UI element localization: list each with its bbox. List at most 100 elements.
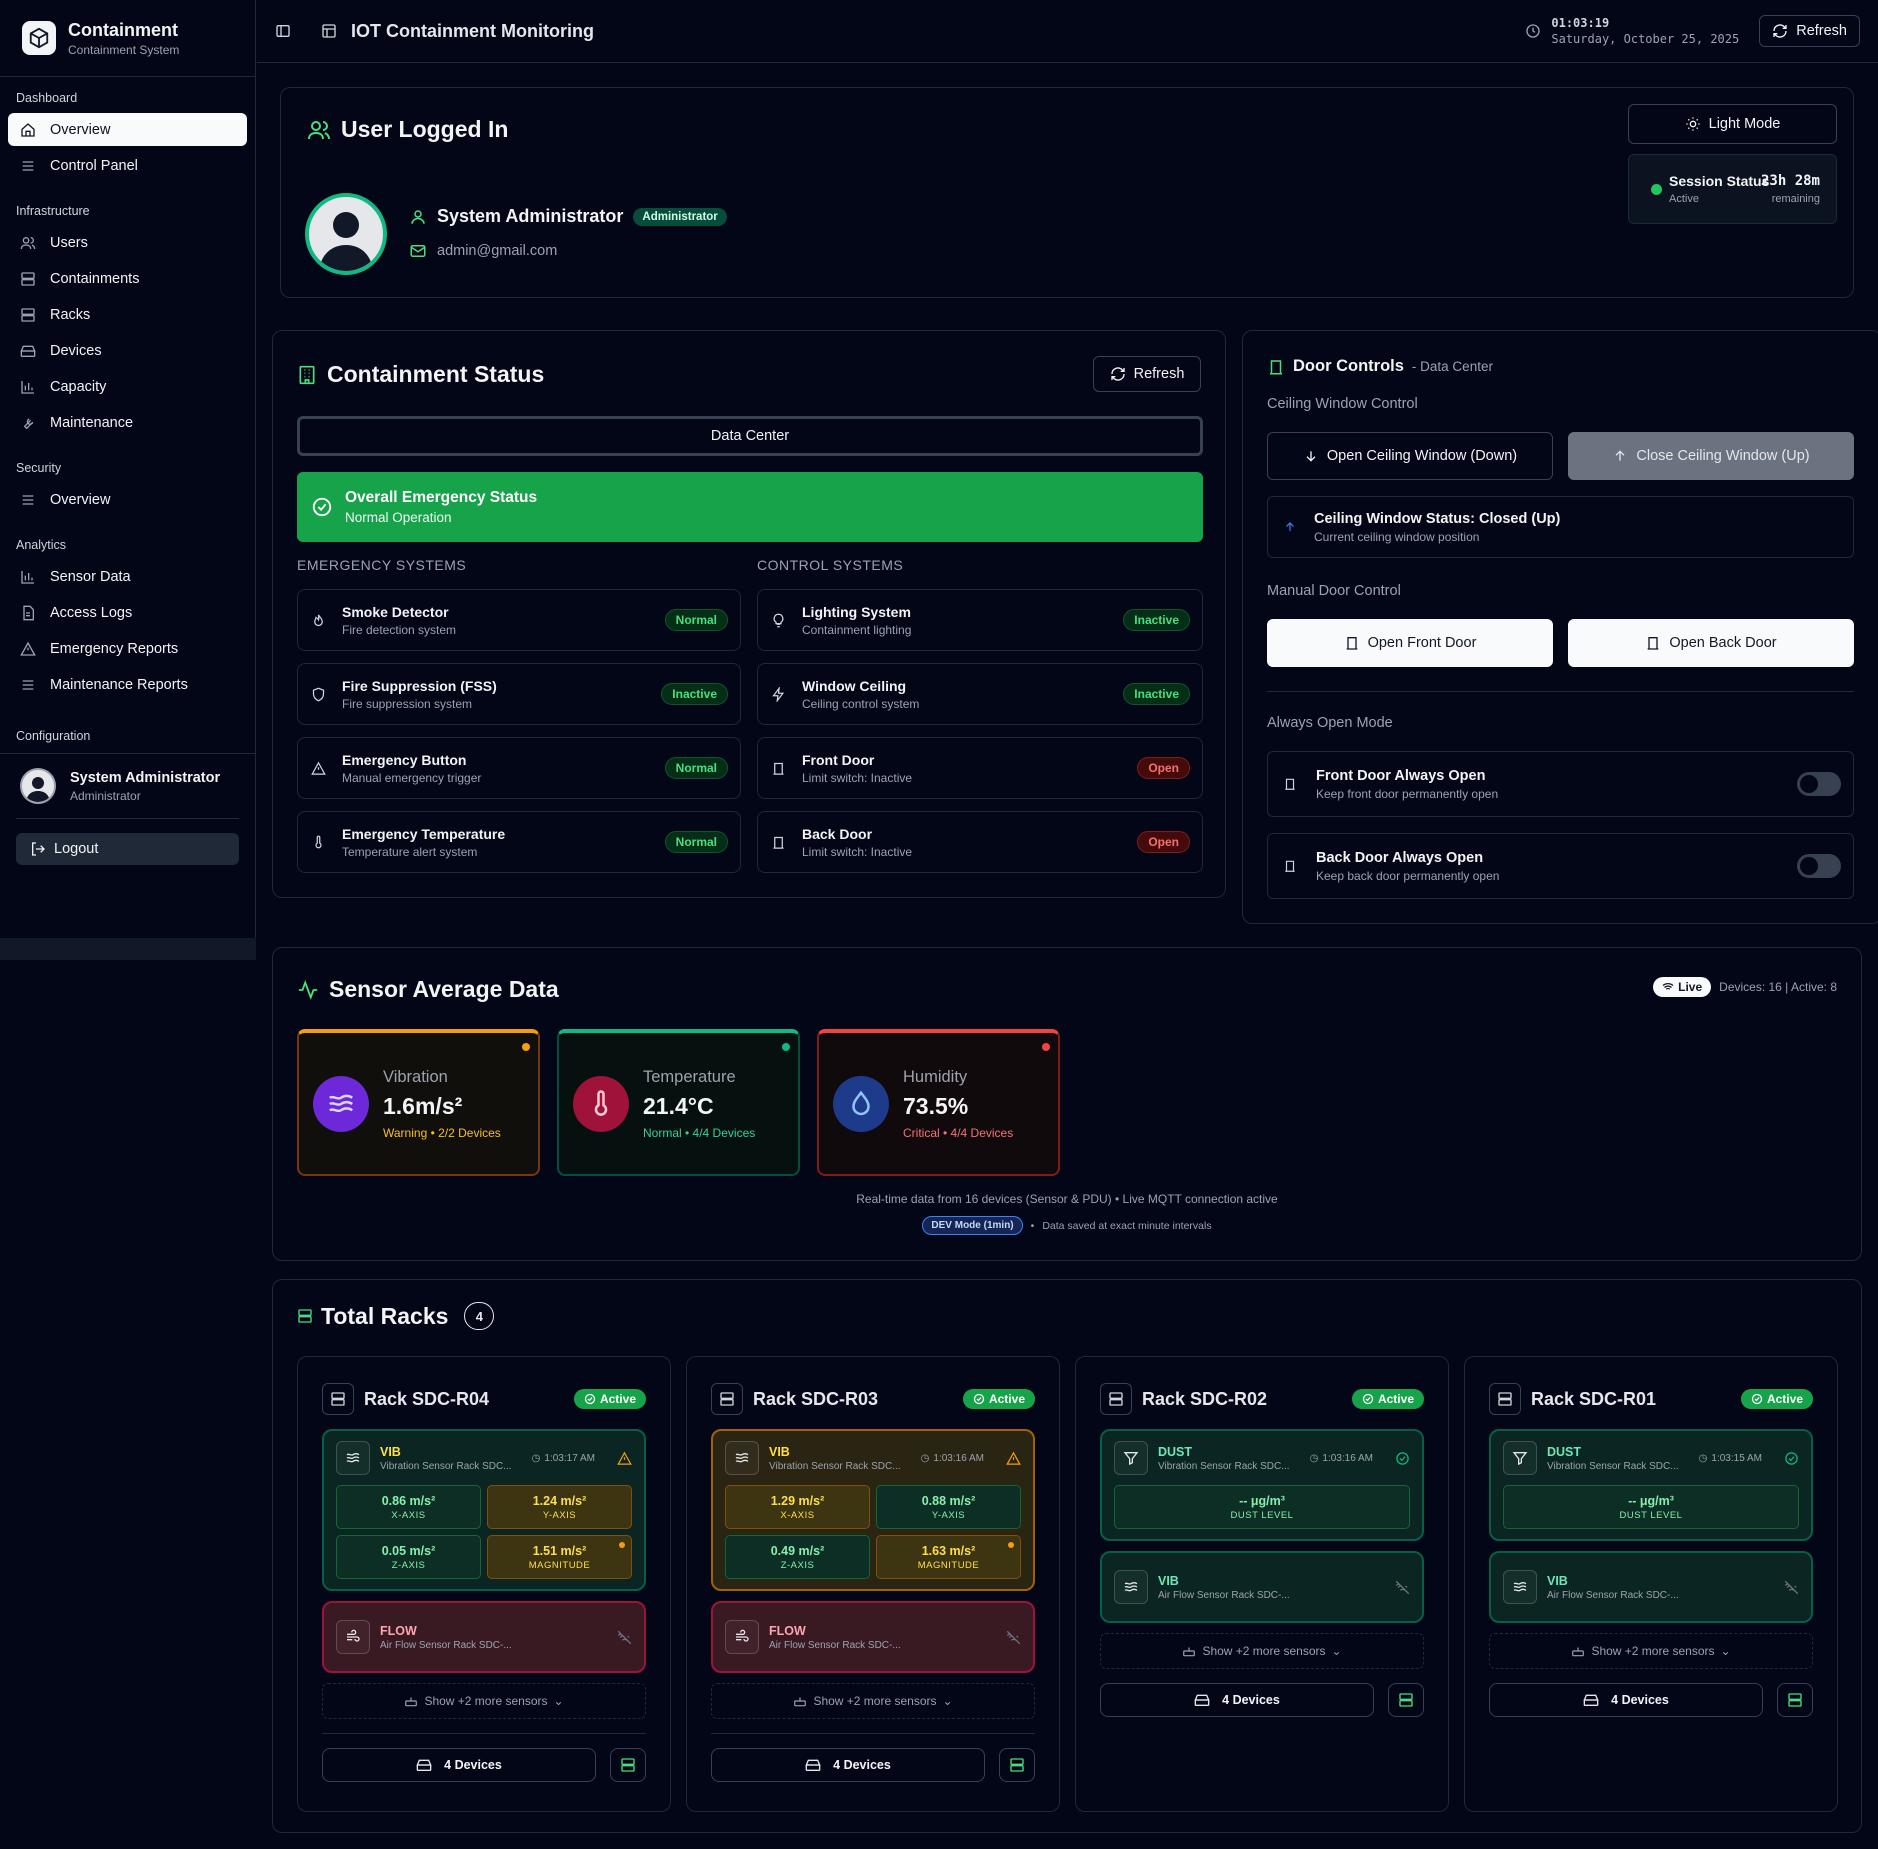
- rack-card[interactable]: Rack SDC-R03 Active VIB Vibration Sensor …: [686, 1356, 1060, 1812]
- check-circle-icon: [311, 496, 333, 518]
- app-subtitle: Containment System: [68, 42, 180, 57]
- show-more-sensors[interactable]: Show +2 more sensors ⌄: [322, 1683, 646, 1719]
- server-icon: [322, 1383, 354, 1415]
- thermometer-icon: [310, 834, 326, 850]
- always-open-label: Always Open Mode: [1267, 715, 1393, 731]
- sensor-label: Vibration: [383, 1067, 448, 1086]
- front-always-toggle[interactable]: [1797, 772, 1841, 796]
- back-always-toggle[interactable]: [1797, 854, 1841, 878]
- sidebar-item-security-overview[interactable]: Overview: [8, 483, 247, 516]
- rack-detail-button[interactable]: [1777, 1683, 1813, 1717]
- flow-sensor-block: FLOW Air Flow Sensor Rack SDC-...: [322, 1601, 646, 1673]
- user-card: User Logged In System Administrator Admi…: [280, 87, 1854, 298]
- rack-detail-button[interactable]: [999, 1748, 1035, 1782]
- sidebar-item-maintenance-reports[interactable]: Maintenance Reports: [8, 668, 247, 701]
- lightbulb-icon: [770, 612, 786, 628]
- rack-name: Rack SDC-R03: [753, 1388, 879, 1409]
- sidebar-item-devices[interactable]: Devices: [8, 334, 247, 367]
- front-always-title: Front Door Always Open: [1316, 767, 1486, 784]
- overall-title: Overall Emergency Status: [345, 489, 538, 506]
- devices-button[interactable]: 4 Devices: [711, 1748, 985, 1782]
- topbar: IOT Containment Monitoring 01:03:19 Satu…: [257, 0, 1878, 63]
- containment-refresh-button[interactable]: Refresh: [1093, 356, 1201, 392]
- sensor-label: Humidity: [903, 1067, 968, 1086]
- close-ceiling-button[interactable]: Close Ceiling Window (Up): [1568, 432, 1854, 480]
- devices-button[interactable]: 4 Devices: [1100, 1683, 1374, 1717]
- sensor-time: ◷ 1:03:17 AM: [531, 1452, 595, 1464]
- sidebar-item-label: Maintenance: [50, 414, 134, 431]
- sidebar-logo[interactable]: Containment Containment System: [0, 0, 255, 77]
- system-desc: Fire suppression system: [342, 696, 473, 711]
- system-desc: Limit switch: Inactive: [802, 770, 913, 785]
- vibration-card: Vibration 1.6m/s² Warning • 2/2 Devices: [297, 1029, 540, 1176]
- waves-icon: [1114, 1570, 1148, 1604]
- show-more-sensors[interactable]: Show +2 more sensors ⌄: [711, 1683, 1035, 1719]
- sidebar-user[interactable]: System Administrator Administrator: [0, 753, 255, 818]
- devices-button[interactable]: 4 Devices: [322, 1748, 596, 1782]
- file-text-icon: [20, 605, 36, 621]
- droplet-icon: [833, 1075, 889, 1132]
- sidebar-item-emergency-reports[interactable]: Emergency Reports: [8, 632, 247, 665]
- open-back-door-button[interactable]: Open Back Door: [1568, 619, 1854, 667]
- building-icon: [297, 365, 317, 385]
- system-name: Window Ceiling: [802, 677, 907, 694]
- status-badge: Open: [1137, 831, 1190, 853]
- status-dot: [522, 1043, 530, 1051]
- containment-selector[interactable]: Data Center: [297, 416, 1203, 456]
- system-smoke-detector: Smoke Detector Fire detection system Norm…: [297, 589, 741, 651]
- group-dashboard: Dashboard: [16, 91, 78, 105]
- chevron-down-icon: ⌄: [553, 1694, 564, 1708]
- sidebar-item-capacity[interactable]: Capacity: [8, 370, 247, 403]
- clock: 01:03:19 Saturday, October 25, 2025 Refr…: [1525, 15, 1860, 47]
- sidebar-item-overview[interactable]: Overview: [8, 113, 247, 146]
- rack-card[interactable]: Rack SDC-R02 Active DUST Vibration Sensor…: [1075, 1356, 1449, 1812]
- temperature-card: Temperature 21.4°C Normal • 4/4 Devices: [557, 1029, 800, 1176]
- show-more-sensors[interactable]: Show +2 more sensors ⌄: [1100, 1633, 1424, 1669]
- light-mode-button[interactable]: Light Mode: [1628, 104, 1837, 144]
- open-ceiling-button[interactable]: Open Ceiling Window (Down): [1267, 432, 1553, 480]
- clock-icon: ◷: [531, 1452, 541, 1464]
- sidebar-item-access-logs[interactable]: Access Logs: [8, 596, 247, 629]
- server-icon: [1399, 1693, 1413, 1707]
- system-back-door: Back Door Limit switch: Inactive Open: [757, 811, 1203, 873]
- rack-card[interactable]: Rack SDC-R04 Active VIB Vibration Sensor …: [297, 1356, 671, 1812]
- vib-sensor-block: VIB Air Flow Sensor Rack SDC-...: [1100, 1551, 1424, 1623]
- status-label: Active: [599, 1392, 636, 1406]
- show-more-sensors[interactable]: Show +2 more sensors ⌄: [1489, 1633, 1813, 1669]
- check-circle-icon: [1395, 1451, 1410, 1466]
- rack-detail-button[interactable]: [1388, 1683, 1424, 1717]
- sensor-name: VIB: [380, 1444, 401, 1459]
- dust-level-cell: -- μg/m³ DUST LEVEL: [1114, 1485, 1410, 1529]
- sidebar-item-label: Maintenance Reports: [50, 676, 188, 693]
- sidebar-item-racks[interactable]: Racks: [8, 298, 247, 331]
- sidebar-item-sensor-data[interactable]: Sensor Data: [8, 560, 247, 593]
- sidebar-item-label: Sensor Data: [50, 568, 131, 585]
- sensor-status: Normal • 4/4 Devices: [643, 1125, 756, 1140]
- session-state: Active: [1669, 193, 1699, 205]
- chevron-down-icon: ⌄: [1331, 1644, 1342, 1658]
- sidebar-item-containments[interactable]: Containments: [8, 262, 247, 295]
- clock-icon: ◷: [1309, 1452, 1319, 1464]
- group-configuration: Configuration: [16, 729, 91, 743]
- logout-button[interactable]: Logout: [16, 833, 239, 865]
- sidebar-toggle-icon[interactable]: [275, 23, 291, 39]
- sidebar-item-maintenance[interactable]: Maintenance: [8, 406, 247, 439]
- status-dot: [782, 1043, 790, 1051]
- devices-button[interactable]: 4 Devices: [1489, 1683, 1763, 1717]
- door-controls-subtitle: - Data Center: [1411, 359, 1493, 374]
- server-icon: [621, 1758, 635, 1772]
- rack-card[interactable]: Rack SDC-R01 Active DUST Vibration Sensor…: [1464, 1356, 1838, 1812]
- sidebar-item-users[interactable]: Users: [8, 226, 247, 259]
- overall-state: Normal Operation: [345, 510, 452, 525]
- door-controls-title: Door Controls: [1293, 357, 1404, 375]
- open-front-door-button[interactable]: Open Front Door: [1267, 619, 1553, 667]
- topbar-refresh-button[interactable]: Refresh: [1759, 15, 1860, 47]
- clock-date: Saturday, October 25, 2025: [1551, 32, 1740, 46]
- sidebar-item-control-panel[interactable]: Control Panel: [8, 149, 247, 182]
- rack-detail-button[interactable]: [610, 1748, 646, 1782]
- logout-label: Logout: [54, 841, 99, 857]
- wind-icon: [336, 1620, 370, 1654]
- door-icon: [1282, 776, 1298, 792]
- check-circle-icon: [1751, 1393, 1763, 1405]
- system-name: Back Door: [802, 825, 873, 842]
